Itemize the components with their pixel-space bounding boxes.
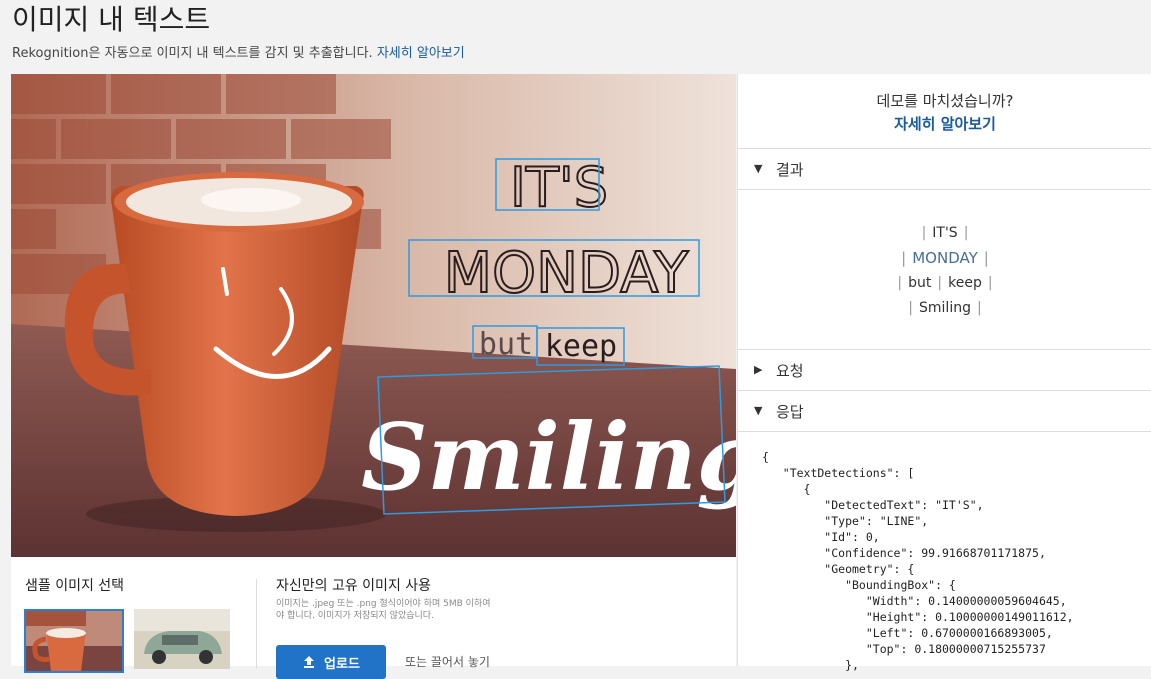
coffee-photo: IT'S MONDAY but keep Smiling [11,74,736,557]
section-request-header[interactable]: ▶ 요청 [738,349,1151,391]
page-title: 이미지 내 텍스트 [12,3,211,36]
mug-thumb-image [26,611,122,671]
section-result-header[interactable]: ▼ 결과 [738,148,1151,190]
result-word[interactable]: but [908,275,931,291]
upload-button[interactable]: 업로드 [276,645,386,679]
results-sidebar: 데모를 마치셨습니까? 자세히 알아보기 ▼ 결과 | IT'S | | MONDAY… [737,74,1151,672]
section-result-label: 결과 [776,161,804,179]
result-line: | MONDAY | [901,249,989,267]
sample-title: 샘플 이미지 선택 [25,578,125,594]
image-selector: 샘플 이미지 선택 자신만의 고유 이미지 사용 이미지는 .jpeg 또는 .… [11,557,736,679]
done-prompt: 데모를 마치셨습니까? [876,92,1014,110]
response-json: { "TextDetections": [ { "DetectedText": … [762,450,1074,672]
section-response-label: 응답 [776,403,804,421]
result-word[interactable]: Smiling [919,300,971,316]
learn-more-link[interactable]: 자세히 알아보기 [377,46,465,61]
car-thumb-image [134,609,230,669]
result-word[interactable]: MONDAY [912,249,978,267]
upload-icon [304,656,315,668]
caret-down-icon: ▼ [754,162,763,175]
caret-down-icon: ▼ [754,404,763,417]
result-line: | but | keep | [897,275,993,291]
result-line: | Smiling | [908,300,982,316]
analyzed-image: IT'S MONDAY but keep Smiling [11,74,736,557]
divider [256,579,257,669]
own-image-description: 이미지는 .jpeg 또는 .png 형식이어야 하며 5MB 이하여야 합니다… [276,599,491,621]
sidebar-learn-more-link[interactable]: 자세히 알아보기 [738,113,1151,134]
sample-thumb-car[interactable] [134,609,230,669]
result-word[interactable]: IT'S [932,225,957,241]
svg-text:Smiling: Smiling [361,403,736,511]
result-word[interactable]: keep [948,275,982,291]
svg-text:keep: keep [545,329,617,364]
drop-zone-label[interactable]: 또는 끌어서 놓기 [405,653,490,670]
page-description: Rekognition은 자동으로 이미지 내 텍스트를 감지 및 추출합니다.… [12,42,465,61]
caret-right-icon: ▶ [754,363,763,376]
section-request-label: 요청 [776,362,804,380]
svg-text:but: but [479,327,533,362]
description-text: Rekognition은 자동으로 이미지 내 텍스트를 감지 및 추출합니다. [12,46,373,61]
section-response-header[interactable]: ▼ 응답 [738,390,1151,432]
sample-thumb-mug[interactable] [24,609,124,673]
upload-label: 업로드 [324,656,360,672]
result-word-list: | IT'S | | MONDAY | | but | keep | | Smiling | [738,221,1151,321]
result-line: | IT'S | [921,225,969,241]
demo-panel: IT'S MONDAY but keep Smiling 샘플 이미지 선택 자… [11,74,736,679]
own-image-title: 자신만의 고유 이미지 사용 [276,578,432,594]
